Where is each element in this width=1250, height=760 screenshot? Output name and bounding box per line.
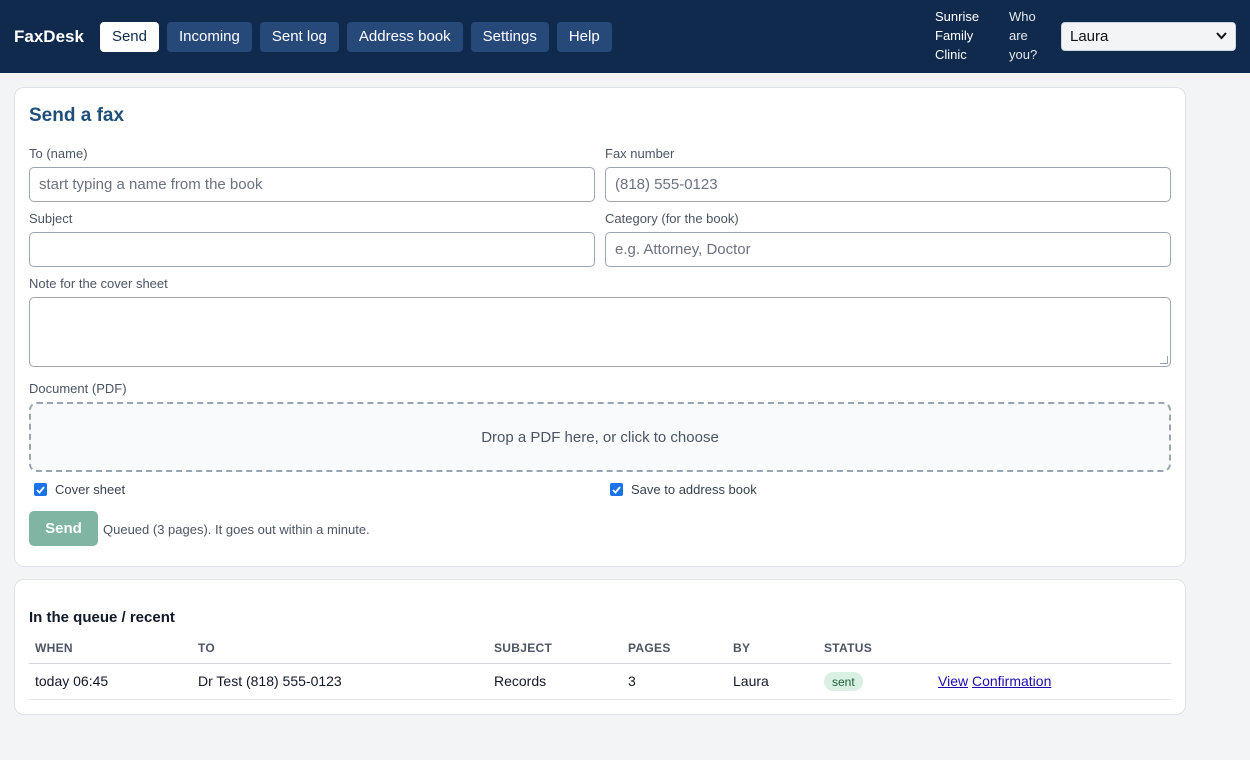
cell-to: Dr Test (818) 555-0123 bbox=[198, 673, 342, 689]
confirmation-link[interactable]: Confirmation bbox=[972, 673, 1051, 689]
send-fax-card: Send a fax To (name) start typing a name… bbox=[14, 87, 1186, 567]
clinic-name-line: Clinic bbox=[935, 47, 967, 62]
cover-sheet-label: Cover sheet bbox=[55, 482, 126, 497]
cell-by: Laura bbox=[733, 673, 769, 689]
check-icon bbox=[36, 485, 45, 494]
clinic-name: Sunrise Family Clinic bbox=[935, 7, 995, 64]
user-select-label-line: Who bbox=[1009, 9, 1036, 24]
column-header-status: STATUS bbox=[824, 641, 873, 655]
status-badge: sent bbox=[824, 672, 863, 691]
top-bar: FaxDesk Send Incoming Sent log Address b… bbox=[0, 0, 1250, 73]
to-name-label: To (name) bbox=[29, 146, 88, 161]
category-input[interactable]: e.g. Attorney, Doctor bbox=[605, 232, 1171, 267]
column-header-by: BY bbox=[733, 641, 751, 655]
user-select-label-line: are bbox=[1009, 28, 1028, 43]
user-select[interactable]: Laura bbox=[1061, 22, 1236, 51]
category-placeholder: e.g. Attorney, Doctor bbox=[615, 241, 751, 258]
nav-incoming[interactable]: Incoming bbox=[166, 21, 252, 52]
table-row: today 06:45 Dr Test (818) 555-0123 Recor… bbox=[29, 664, 1171, 700]
subject-label: Subject bbox=[29, 211, 73, 226]
app-title: FaxDesk bbox=[14, 26, 84, 46]
user-select-value: Laura bbox=[1070, 28, 1109, 45]
send-button[interactable]: Send bbox=[29, 511, 98, 546]
cover-sheet-checkbox[interactable] bbox=[34, 483, 47, 496]
check-icon bbox=[612, 485, 621, 494]
queue-title: In the queue / recent bbox=[29, 609, 175, 626]
clinic-name-line: Sunrise bbox=[935, 9, 980, 24]
cover-sheet-option[interactable]: Cover sheet bbox=[34, 482, 125, 497]
main-nav: Send Incoming Sent log Address book Sett… bbox=[99, 21, 612, 52]
category-label: Category (for the book) bbox=[605, 211, 739, 226]
resize-handle-icon[interactable] bbox=[1160, 356, 1168, 364]
nav-help[interactable]: Help bbox=[556, 21, 612, 52]
fax-number-input[interactable]: (818) 555-0123 bbox=[605, 167, 1171, 202]
column-header-when: WHEN bbox=[35, 641, 73, 655]
save-address-book-option[interactable]: Save to address book bbox=[610, 482, 757, 497]
column-header-to: TO bbox=[198, 641, 216, 655]
cell-subject: Records bbox=[494, 673, 547, 689]
user-select-label: Who are you? bbox=[1009, 7, 1049, 64]
dropzone-text: Drop a PDF here, or click to choose bbox=[481, 428, 719, 446]
chevron-down-icon bbox=[1216, 31, 1227, 43]
subject-input[interactable] bbox=[29, 232, 595, 267]
to-name-input[interactable]: start typing a name from the book bbox=[29, 167, 595, 202]
fax-number-placeholder: (818) 555-0123 bbox=[615, 176, 718, 193]
pdf-dropzone[interactable]: Drop a PDF here, or click to choose bbox=[29, 402, 1171, 472]
cover-note-label: Note for the cover sheet bbox=[29, 276, 168, 291]
nav-settings[interactable]: Settings bbox=[470, 21, 549, 52]
save-address-book-label: Save to address book bbox=[631, 482, 757, 497]
fax-number-label: Fax number bbox=[605, 146, 675, 161]
document-label: Document (PDF) bbox=[29, 381, 127, 396]
save-address-book-checkbox[interactable] bbox=[610, 483, 623, 496]
nav-sent-log[interactable]: Sent log bbox=[259, 21, 339, 52]
clinic-name-line: Family bbox=[935, 28, 974, 43]
send-status-message: Queued (3 pages). It goes out within a m… bbox=[103, 522, 370, 537]
cell-when: today 06:45 bbox=[35, 673, 109, 689]
nav-address-book[interactable]: Address book bbox=[346, 21, 463, 52]
nav-send[interactable]: Send bbox=[99, 21, 159, 52]
column-header-subject: SUBJECT bbox=[494, 641, 553, 655]
to-name-placeholder: start typing a name from the book bbox=[39, 176, 263, 193]
cover-note-textarea[interactable] bbox=[29, 297, 1171, 367]
view-link[interactable]: View bbox=[938, 673, 968, 689]
cell-actions: View Confirmation bbox=[938, 673, 1051, 689]
user-select-label-line: you? bbox=[1009, 47, 1038, 62]
cell-pages: 3 bbox=[628, 673, 636, 689]
queue-card: In the queue / recent WHEN TO SUBJECT PA… bbox=[14, 579, 1186, 715]
send-fax-title: Send a fax bbox=[29, 105, 125, 126]
column-header-pages: PAGES bbox=[628, 641, 671, 655]
queue-table-header: WHEN TO SUBJECT PAGES BY STATUS bbox=[29, 640, 1171, 664]
